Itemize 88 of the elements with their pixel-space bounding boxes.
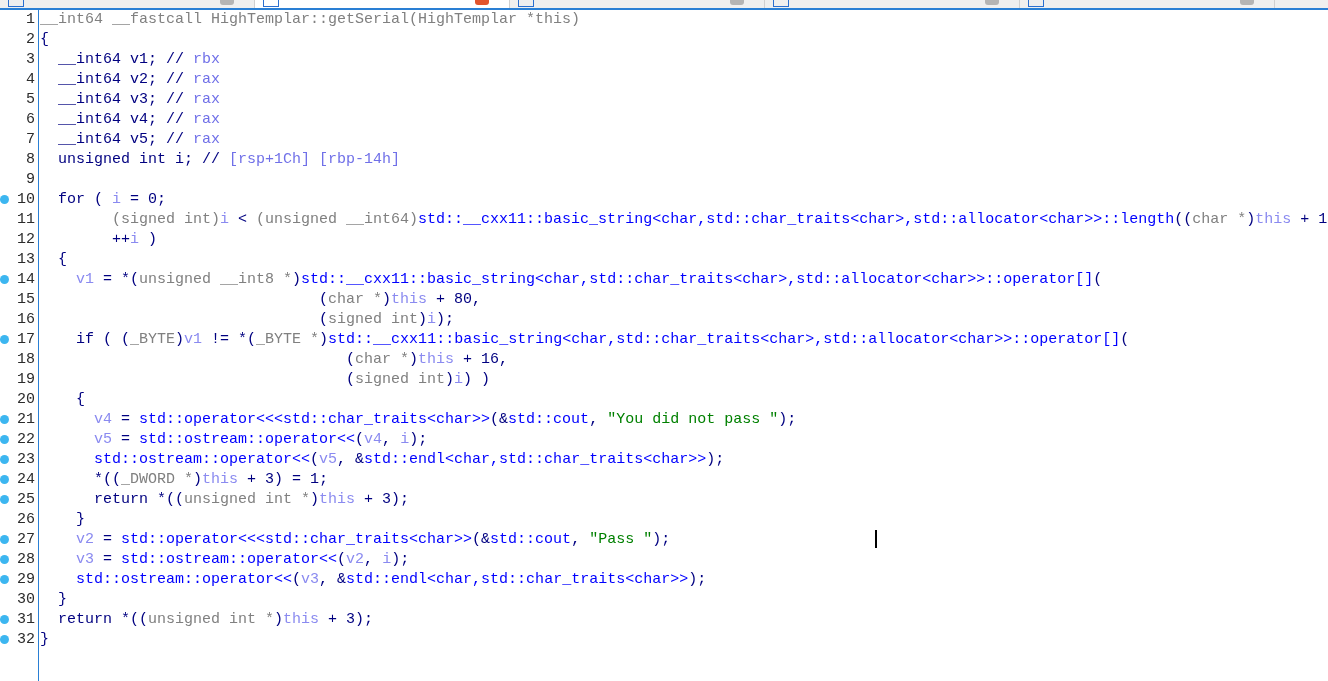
code-line: *((_DWORD *)this + 3) = 1; [93,471,329,488]
code-line: std::ostream::operator<<(v5, &std::endl<char,std::char_traits<char>>); [93,451,725,468]
breakpoint-dot[interactable] [0,635,9,644]
code-line: v1 = *(unsigned __int8 *)std::__cxx11::basic_string<char,std::char_traits<char>,std::allocator<char>>::operator[]( [75,271,1103,288]
line-number: 3 [26,50,35,70]
breakpoint-dot[interactable] [0,195,9,204]
line-number: 7 [26,130,35,150]
line-number: 16 [17,310,35,330]
line-number: 4 [26,70,35,90]
breakpoint-dot[interactable] [0,535,9,544]
code-line: { [40,31,49,48]
breakpoint-dot[interactable] [0,435,9,444]
line-number: 25 [17,490,35,510]
code-line: v3 = std::ostream::operator<<(v2, i); [75,551,410,568]
close-icon[interactable] [985,0,999,5]
code-line: (signed int)i < (unsigned __int64)std::__cxx11::basic_string<char,std::char_traits<char>,std::allocator<char>>::length((char *)this + 1 [111,211,1328,228]
line-number: 27 [17,530,35,550]
code-line: return *((unsigned int *)this + 3); [93,491,410,508]
breakpoint-dot[interactable] [0,555,9,564]
line-number: 1 [26,10,35,30]
tab[interactable] [255,0,510,8]
line-number: 28 [17,550,35,570]
code-line: { [57,251,67,268]
window-icon [773,0,789,7]
line-number: 10 [17,190,35,210]
window-icon [518,0,534,7]
code-line: __int64 v3; // rax [57,91,221,108]
close-icon[interactable] [1240,0,1254,5]
code-line: v5 = std::ostream::operator<<(v4, i); [93,431,428,448]
breakpoint-dot[interactable] [0,335,9,344]
window-icon [263,0,279,7]
close-icon[interactable] [730,0,744,5]
code-line: __int64 v4; // rax [57,111,221,128]
breakpoint-dot[interactable] [0,575,9,584]
code-line: __int64 __fastcall HighTemplar::getSerial(HighTemplar *this) [40,11,581,28]
line-number: 22 [17,430,35,450]
line-number: 13 [17,250,35,270]
code-line: (char *)this + 80, [318,291,482,308]
line-number: 6 [26,110,35,130]
code-line: v4 = std::operator<<<std::char_traits<char>>(&std::cout, "You did not pass "); [93,411,797,428]
line-number: 11 [17,210,35,230]
line-number: 20 [17,390,35,410]
line-number: 2 [26,30,35,50]
code-line: unsigned int i; // [rsp+1Ch] [rbp-14h] [57,151,401,168]
code-line: __int64 v1; // rbx [57,51,221,68]
code-line: (signed int)i) ) [345,371,491,388]
breakpoint-dot[interactable] [0,615,9,624]
line-number: 32 [17,630,35,650]
line-number: 29 [17,570,35,590]
close-icon[interactable] [220,0,234,5]
code-line: ++i ) [111,231,158,248]
code-line: { [75,391,85,408]
text-cursor [875,530,877,548]
breakpoint-dot[interactable] [0,475,9,484]
breakpoint-dot[interactable] [0,495,9,504]
line-number: 8 [26,150,35,170]
line-number: 23 [17,450,35,470]
code-line: } [40,631,49,648]
line-number: 26 [17,510,35,530]
breakpoint-dot[interactable] [0,455,9,464]
line-number: 12 [17,230,35,250]
line-number: 9 [26,170,35,190]
code-line: for ( i = 0; [57,191,167,208]
code-line: if ( (_BYTE)v1 != *(_BYTE *)std::__cxx11::basic_string<char,std::char_traits<char>,std::allocator<char>>::operator[]( [75,331,1130,348]
code-line: v2 = std::operator<<<std::char_traits<char>>(&std::cout, "Pass "); [75,531,671,548]
window-icon [1028,0,1044,7]
code-line: } [75,511,85,528]
code-line: std::ostream::operator<<(v3, &std::endl<char,std::char_traits<char>>); [75,571,707,588]
code-line: __int64 v2; // rax [57,71,221,88]
line-number: 24 [17,470,35,490]
line-number: 30 [17,590,35,610]
line-number: 31 [17,610,35,630]
code-line: __int64 v5; // rax [57,131,221,148]
code-line: (signed int)i); [318,311,455,328]
line-number: 21 [17,410,35,430]
line-number: 18 [17,350,35,370]
code-line: (char *)this + 16, [345,351,509,368]
window-icon [8,0,24,7]
line-number: 5 [26,90,35,110]
line-number: 15 [17,290,35,310]
line-number: 19 [17,370,35,390]
close-icon[interactable] [475,0,489,5]
breakpoint-dot[interactable] [0,415,9,424]
code-line: } [57,591,67,608]
line-number: 17 [17,330,35,350]
code-line: return *((unsigned int *)this + 3); [57,611,374,628]
breakpoint-dot[interactable] [0,275,9,284]
line-number: 14 [17,270,35,290]
